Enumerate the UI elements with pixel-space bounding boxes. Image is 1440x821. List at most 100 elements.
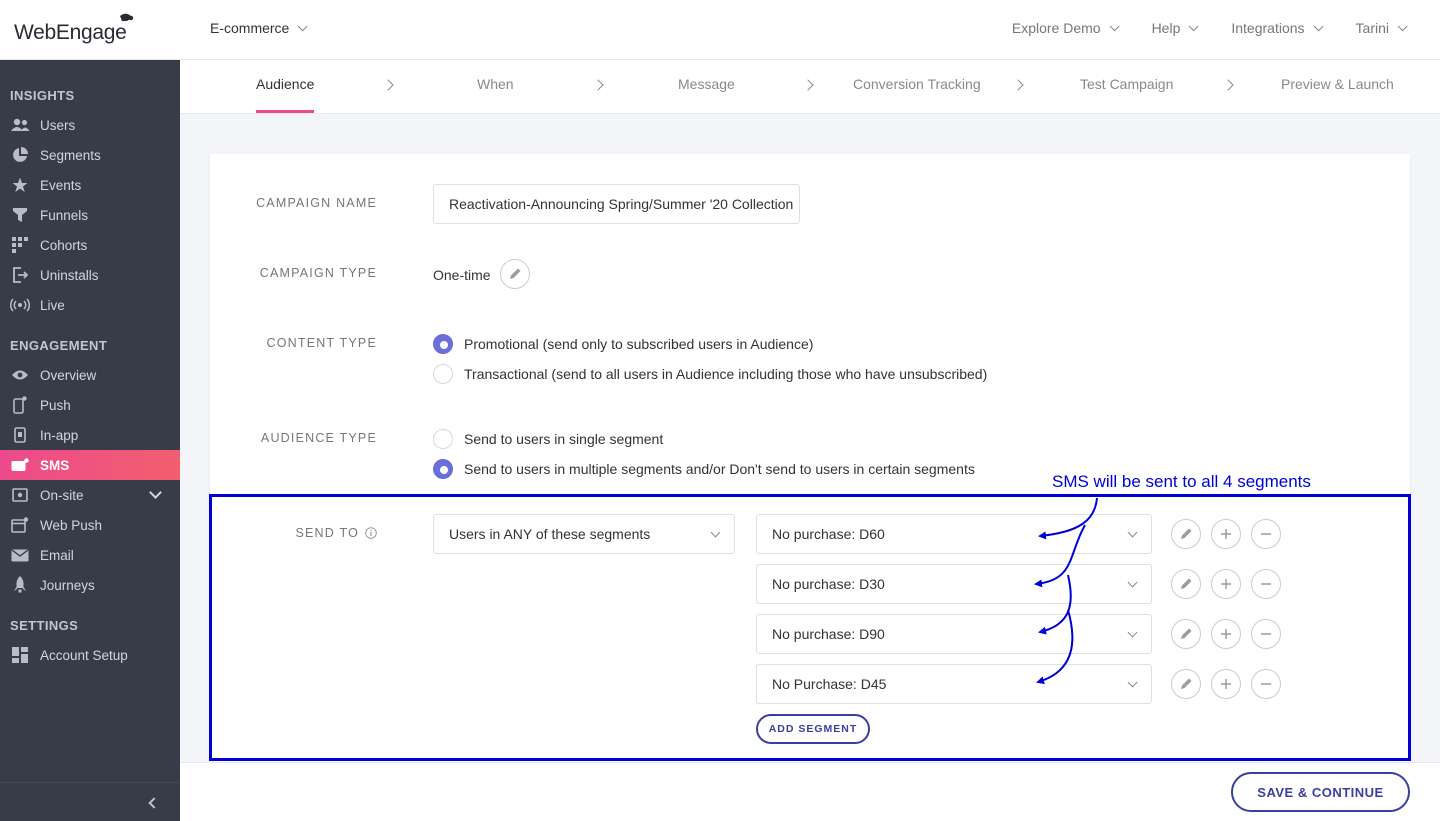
sidebar-item-webpush[interactable]: Web Push [0, 510, 180, 540]
content-type-promotional-option[interactable]: Promotional (send only to subscribed use… [433, 334, 813, 354]
send-to-label: SEND TO [295, 526, 359, 540]
radio-unselected[interactable] [433, 429, 453, 449]
add-segment-row-button[interactable] [1211, 669, 1241, 699]
sidebar-item-onsite[interactable]: On-site [0, 480, 180, 510]
edit-segment-button[interactable] [1171, 519, 1201, 549]
sidebar-item-journeys[interactable]: Journeys [0, 570, 180, 600]
sidebar-item-account-setup[interactable]: Account Setup [0, 640, 180, 670]
step-audience[interactable]: Audience [256, 76, 314, 92]
collapse-sidebar-icon[interactable] [148, 797, 160, 809]
sidebar-item-label: In-app [40, 427, 79, 443]
user-menu[interactable]: Tarini [1355, 20, 1408, 36]
sidebar-item-sms[interactable]: SMS [0, 450, 180, 480]
sidebar-item-email[interactable]: Email [0, 540, 180, 570]
step-conversion-tracking[interactable]: Conversion Tracking [853, 76, 981, 92]
radio-unselected[interactable] [433, 364, 453, 384]
sidebar-item-push[interactable]: Push [0, 390, 180, 420]
sidebar-item-users[interactable]: Users [0, 110, 180, 140]
sidebar-item-label: Users [40, 117, 76, 133]
add-segment-row-button[interactable] [1211, 569, 1241, 599]
sidebar-item-live[interactable]: Live [0, 290, 180, 320]
sidebar-item-segments[interactable]: Segments [0, 140, 180, 170]
info-icon[interactable] [365, 527, 377, 539]
sidebar-item-label: Live [40, 297, 65, 313]
remove-segment-row-button[interactable] [1251, 519, 1281, 549]
audience-form-card: CAMPAIGN NAME Reactivation-Announcing Sp… [210, 154, 1410, 774]
pencil-icon [1181, 628, 1192, 639]
segment-value: No purchase: D90 [772, 626, 885, 642]
sidebar-item-label: On-site [40, 487, 84, 503]
radio-selected[interactable] [433, 459, 453, 479]
segment-value: No purchase: D60 [772, 526, 885, 542]
pencil-icon [1181, 678, 1192, 689]
step-preview-launch[interactable]: Preview & Launch [1281, 76, 1394, 92]
dashboard-grid-icon [10, 647, 30, 663]
content-type-transactional-option[interactable]: Transactional (send to all users in Audi… [433, 364, 987, 384]
annotation-text: SMS will be sent to all 4 segments [1052, 472, 1311, 491]
chevron-right-icon [382, 79, 394, 91]
add-segment-button[interactable]: ADD SEGMENT [756, 714, 870, 744]
cohorts-grid-icon [10, 237, 30, 253]
chevron-down-icon[interactable] [149, 486, 162, 499]
option-label: Transactional (send to all users in Audi… [464, 366, 988, 382]
segment-select-4[interactable]: No Purchase: D45 [756, 664, 1152, 704]
radio-selected[interactable] [433, 334, 453, 354]
chevron-right-icon [1012, 79, 1024, 91]
segment-select-2[interactable]: No purchase: D30 [756, 564, 1152, 604]
uninstall-icon [10, 267, 30, 283]
help-menu[interactable]: Help [1152, 20, 1199, 36]
remove-segment-row-button[interactable] [1251, 619, 1281, 649]
section-settings: SETTINGS [10, 618, 79, 633]
user-name: Tarini [1355, 20, 1389, 36]
add-segment-row-button[interactable] [1211, 619, 1241, 649]
rocket-icon [10, 576, 30, 593]
audience-multiple-segments-option[interactable]: Send to users in multiple segments and/o… [433, 459, 975, 479]
chevron-down-icon [1189, 20, 1199, 31]
audience-single-segment-option[interactable]: Send to users in single segment [433, 429, 663, 449]
sidebar-item-uninstalls[interactable]: Uninstalls [0, 260, 180, 290]
logo-text: WebEngage [14, 21, 127, 44]
sidebar-item-label: Push [40, 397, 71, 413]
chevron-down-icon [298, 20, 308, 31]
chevron-right-icon [592, 79, 604, 91]
remove-segment-row-button[interactable] [1251, 669, 1281, 699]
send-to-select[interactable]: Users in ANY of these segments [433, 514, 735, 554]
pencil-icon [510, 268, 521, 279]
edit-campaign-type-button[interactable] [500, 259, 530, 289]
integrations-menu[interactable]: Integrations [1231, 20, 1324, 36]
pie-chart-icon [10, 147, 30, 163]
project-selector[interactable]: E-commerce [210, 20, 308, 36]
step-message[interactable]: Message [678, 76, 735, 92]
step-test-campaign[interactable]: Test Campaign [1080, 76, 1173, 92]
chevron-down-icon [1313, 20, 1324, 31]
edit-segment-button[interactable] [1171, 669, 1201, 699]
edit-segment-button[interactable] [1171, 619, 1201, 649]
campaign-name-input[interactable]: Reactivation-Announcing Spring/Summer '2… [433, 184, 800, 224]
add-segment-row-button[interactable] [1211, 519, 1241, 549]
minus-icon [1261, 683, 1271, 685]
sidebar-item-label: Cohorts [40, 237, 88, 253]
top-bar: WebEngage E-commerce Explore Demo Help I… [0, 0, 1440, 60]
chevron-down-icon [1127, 627, 1138, 638]
sidebar-item-cohorts[interactable]: Cohorts [0, 230, 180, 260]
webengage-logo[interactable]: WebEngage [14, 12, 144, 46]
option-label: Send to users in multiple segments and/o… [464, 461, 975, 477]
sidebar-item-label: Uninstalls [40, 267, 99, 283]
sidebar-item-events[interactable]: Events [0, 170, 180, 200]
email-icon [10, 547, 30, 563]
explore-demo-menu[interactable]: Explore Demo [1011, 20, 1120, 36]
segment-select-3[interactable]: No purchase: D90 [756, 614, 1152, 654]
explore-demo-label: Explore Demo [1011, 20, 1101, 36]
sidebar-item-overview[interactable]: Overview [0, 360, 180, 390]
sidebar-item-funnels[interactable]: Funnels [0, 200, 180, 230]
sidebar-item-inapp[interactable]: In-app [0, 420, 180, 450]
segment-select-1[interactable]: No purchase: D60 [756, 514, 1152, 554]
on-site-icon [10, 487, 30, 503]
edit-segment-button[interactable] [1171, 569, 1201, 599]
sidebar-item-label: Segments [40, 147, 101, 163]
chevron-down-icon [1127, 577, 1138, 588]
save-and-continue-button[interactable]: SAVE & CONTINUE [1231, 772, 1410, 812]
funnel-icon [10, 207, 30, 223]
remove-segment-row-button[interactable] [1251, 569, 1281, 599]
step-when[interactable]: When [477, 76, 514, 92]
